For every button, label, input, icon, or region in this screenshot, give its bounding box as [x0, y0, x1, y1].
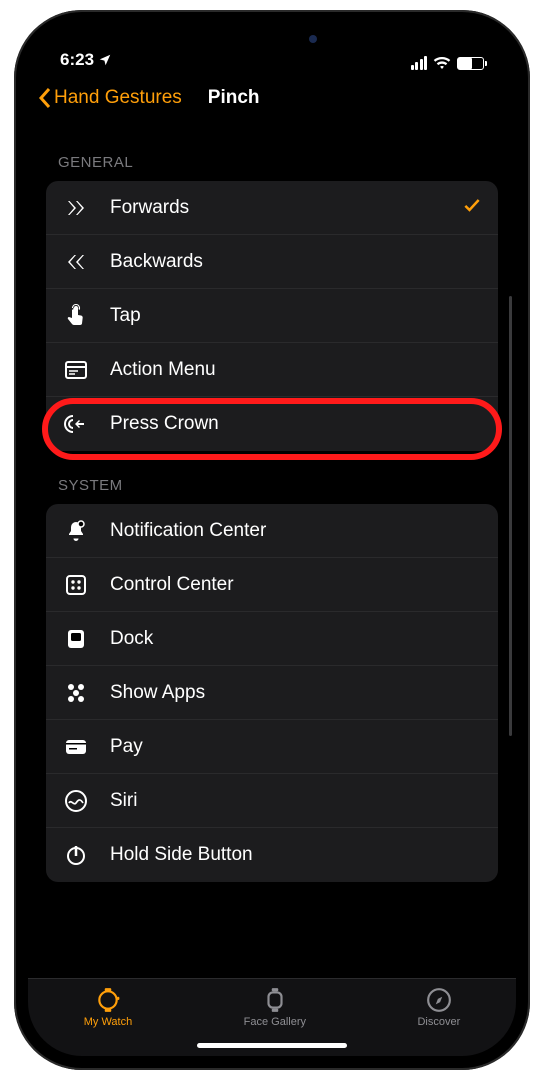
scroll-indicator[interactable] [509, 296, 512, 736]
dock-icon [62, 627, 90, 651]
row-hold-side-button[interactable]: Hold Side Button [46, 828, 498, 882]
list-system: Notification Center Control Center Dock [46, 504, 498, 882]
chevron-left-icon [38, 87, 52, 109]
notification-center-icon [62, 519, 90, 543]
action-menu-icon [62, 358, 90, 382]
row-label: Dock [110, 628, 153, 650]
list-general: Forwards Backwards Tap [46, 181, 498, 451]
siri-icon [62, 789, 90, 813]
nav-bar: Hand Gestures Pinch [28, 72, 516, 124]
screen: 6:23 Hand Gestures Pinch GENERAL [28, 24, 516, 1056]
row-label: Forwards [110, 197, 189, 219]
tab-discover[interactable]: Discover [417, 987, 460, 1028]
compass-icon [426, 987, 452, 1013]
content-area: GENERAL Forwards Backwards [28, 124, 516, 978]
row-action-menu[interactable]: Action Menu [46, 343, 498, 397]
control-center-icon [62, 573, 90, 597]
battery-icon [457, 57, 484, 70]
watch-icon [95, 987, 121, 1013]
apple-pay-icon [62, 735, 90, 759]
nav-title: Pinch [208, 87, 260, 109]
notch [167, 24, 377, 54]
row-label: Notification Center [110, 520, 266, 542]
row-backwards[interactable]: Backwards [46, 235, 498, 289]
face-gallery-icon [262, 987, 288, 1013]
section-header-system: SYSTEM [28, 451, 516, 504]
row-press-crown[interactable]: Press Crown [46, 397, 498, 451]
checkmark-icon [462, 195, 482, 221]
status-time: 6:23 [60, 50, 94, 70]
row-label: Hold Side Button [110, 844, 253, 866]
row-dock[interactable]: Dock [46, 612, 498, 666]
tab-label: Discover [417, 1016, 460, 1028]
row-label: Siri [110, 790, 137, 812]
row-label: Action Menu [110, 359, 216, 381]
forwards-icon [62, 196, 90, 220]
power-icon [62, 843, 90, 867]
cellular-icon [411, 56, 428, 70]
wifi-icon [433, 56, 451, 70]
tab-label: Face Gallery [244, 1016, 306, 1028]
row-label: Backwards [110, 251, 203, 273]
row-label: Tap [110, 305, 141, 327]
status-left: 6:23 [60, 50, 112, 70]
phone-frame: 6:23 Hand Gestures Pinch GENERAL [14, 10, 530, 1070]
press-crown-icon [62, 412, 90, 436]
row-label: Press Crown [110, 413, 219, 435]
back-label: Hand Gestures [54, 87, 182, 109]
row-siri[interactable]: Siri [46, 774, 498, 828]
tab-my-watch[interactable]: My Watch [84, 987, 133, 1028]
home-indicator[interactable] [197, 1043, 347, 1048]
tab-face-gallery[interactable]: Face Gallery [244, 987, 306, 1028]
status-right [411, 56, 485, 70]
tab-label: My Watch [84, 1016, 133, 1028]
row-control-center[interactable]: Control Center [46, 558, 498, 612]
show-apps-icon [62, 681, 90, 705]
row-show-apps[interactable]: Show Apps [46, 666, 498, 720]
row-forwards[interactable]: Forwards [46, 181, 498, 235]
location-icon [98, 53, 112, 67]
row-apple-pay[interactable]: Pay [46, 720, 498, 774]
section-header-general: GENERAL [28, 124, 516, 181]
row-label: Show Apps [110, 682, 205, 704]
tap-icon [62, 304, 90, 328]
row-notification-center[interactable]: Notification Center [46, 504, 498, 558]
row-label: Pay [110, 736, 143, 758]
back-button[interactable]: Hand Gestures [38, 87, 182, 109]
row-label: Control Center [110, 574, 234, 596]
row-tap[interactable]: Tap [46, 289, 498, 343]
backwards-icon [62, 250, 90, 274]
